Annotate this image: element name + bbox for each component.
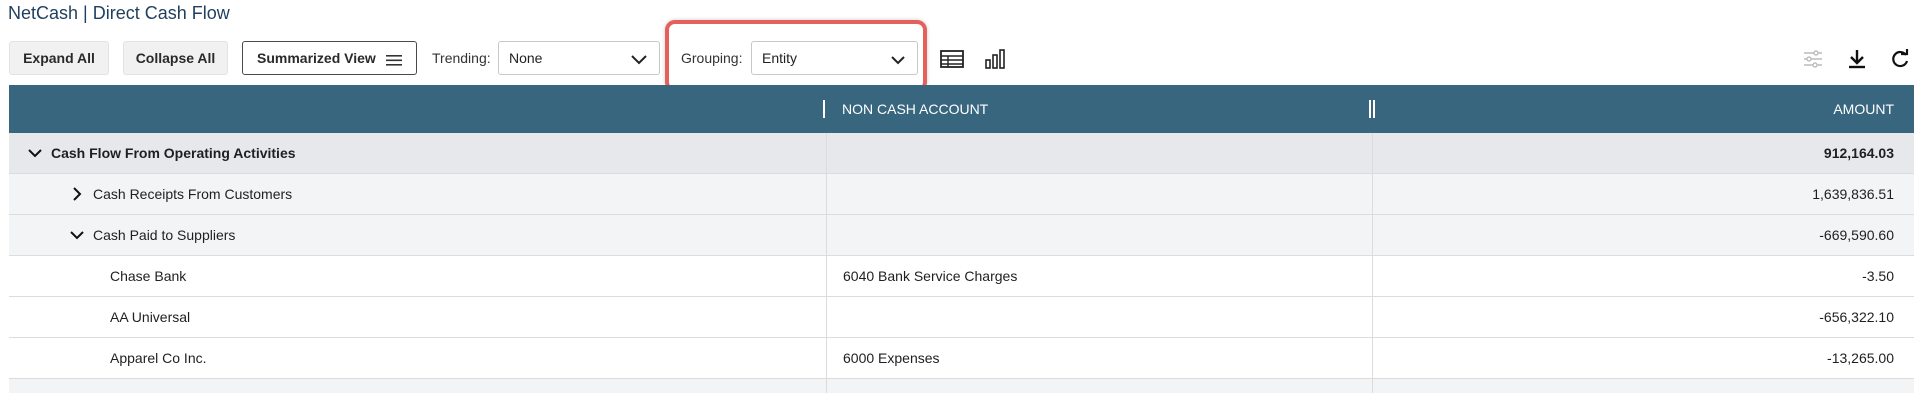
table-row[interactable]: Chase Bank 6040 Bank Service Charges -3.… (9, 256, 1914, 297)
hamburger-icon (386, 53, 402, 69)
collapse-all-button[interactable]: Collapse All (123, 41, 228, 75)
row-account: 6000 Expenses (843, 350, 940, 366)
table-row[interactable]: Apparel Co Inc. 6000 Expenses -13,265.00 (9, 338, 1914, 379)
chevron-down-icon (631, 52, 647, 68)
row-amount: -3.50 (1862, 268, 1894, 284)
grid-header: NON CASH ACCOUNT AMOUNT (9, 85, 1914, 133)
row-amount: -13,265.00 (1827, 350, 1894, 366)
page-title: NetCash | Direct Cash Flow (8, 3, 230, 23)
row-amount: 1,639,836.51 (1812, 186, 1894, 202)
download-icon[interactable] (1843, 45, 1871, 73)
refresh-icon[interactable] (1886, 45, 1914, 73)
chart-view-icon[interactable] (982, 45, 1010, 73)
row-label: Chase Bank (110, 268, 187, 284)
row-label: AA Universal (110, 309, 191, 325)
row-amount: -656,322.10 (1819, 309, 1894, 325)
row-label: Cash Receipts From Customers (93, 186, 293, 202)
column-resizer[interactable] (1373, 100, 1375, 118)
row-label: Cash Paid to Suppliers (93, 227, 236, 243)
row-amount: -669,590.60 (1819, 227, 1894, 243)
row-label: Cash Flow From Operating Activities (51, 145, 296, 161)
table-row (9, 379, 1914, 393)
chevron-down-icon[interactable] (67, 225, 87, 245)
cash-flow-grid: NON CASH ACCOUNT AMOUNT Cash Flow From O… (9, 85, 1914, 393)
summarized-view-button[interactable]: Summarized View (242, 41, 417, 75)
table-row[interactable]: Cash Flow From Operating Activities 912,… (9, 133, 1914, 174)
trending-value: None (509, 50, 543, 66)
table-row[interactable]: AA Universal -656,322.10 (9, 297, 1914, 338)
column-resizer[interactable] (1369, 100, 1371, 118)
trending-label: Trending: (432, 50, 491, 66)
settings-sliders-icon[interactable] (1799, 45, 1827, 73)
column-resizer[interactable] (823, 100, 825, 118)
table-row[interactable]: Cash Paid to Suppliers -669,590.60 (9, 215, 1914, 256)
expand-all-button[interactable]: Expand All (9, 41, 109, 75)
table-row[interactable]: Cash Receipts From Customers 1,639,836.5… (9, 174, 1914, 215)
row-label: Apparel Co Inc. (110, 350, 207, 366)
row-account: 6040 Bank Service Charges (843, 268, 1018, 284)
column-header-non-cash-account[interactable]: NON CASH ACCOUNT (842, 101, 988, 117)
chevron-down-icon[interactable] (25, 143, 45, 163)
trending-select[interactable]: None (498, 41, 660, 75)
grouping-highlight-annotation (665, 20, 927, 92)
toolbar: Expand All Collapse All Summarized View … (0, 41, 1923, 77)
row-amount: 912,164.03 (1823, 145, 1894, 161)
column-header-amount[interactable]: AMOUNT (1833, 101, 1894, 117)
table-view-icon[interactable] (938, 45, 966, 73)
summarized-view-label: Summarized View (257, 50, 376, 66)
chevron-right-icon[interactable] (67, 184, 87, 204)
